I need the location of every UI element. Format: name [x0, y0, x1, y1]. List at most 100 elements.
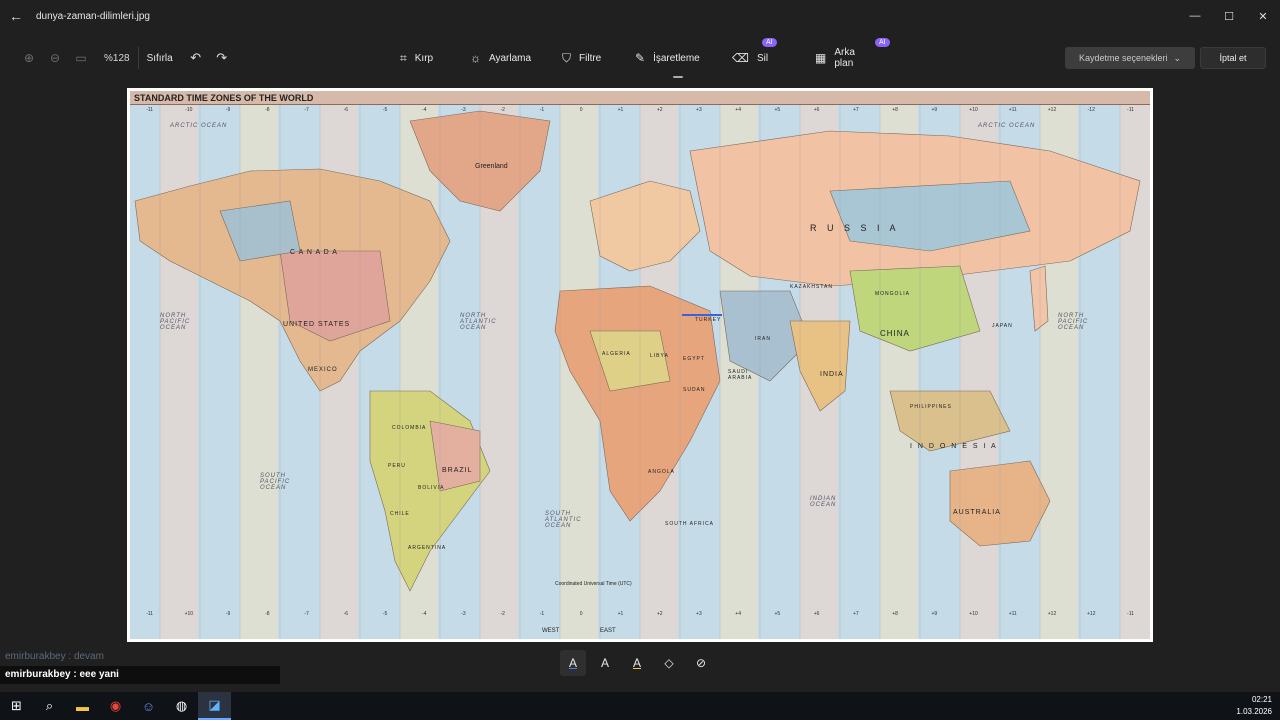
- tab-label: Sil: [756, 52, 769, 64]
- chat-text: eee yani: [79, 669, 119, 680]
- zone-offset: +9: [931, 611, 938, 617]
- taskbar: ⊞ ⌕ ▬ ◉ ☺ ◍ ◪ 02:21 1.03.2026: [0, 692, 1280, 720]
- zone-offset: -5: [382, 107, 388, 113]
- zone-offset: -9: [225, 611, 231, 617]
- search-icon[interactable]: ⌕: [33, 692, 66, 720]
- title-bar: ← dunya-zaman-dilimleri.jpg — ☐ ✕: [0, 0, 1280, 32]
- zone-offset: 0: [579, 107, 583, 113]
- zone-offset: -9: [225, 107, 231, 113]
- country-label: COLOMBIA: [392, 425, 427, 431]
- file-explorer-icon[interactable]: ▬: [66, 692, 99, 720]
- country-label: I N D O N E S I A: [910, 443, 998, 450]
- ocean-label: NORTH PACIFIC OCEAN: [160, 313, 191, 331]
- zone-offset: +8: [892, 611, 898, 617]
- zone-offset: -1: [539, 107, 545, 113]
- tab-erase[interactable]: ⌫ Sil AI: [732, 38, 777, 72]
- zone-offset: +5: [774, 611, 781, 617]
- zone-offset: +5: [774, 107, 781, 113]
- zone-offset: +3: [696, 107, 702, 113]
- tab-filter[interactable]: ⛉ Filtre: [562, 44, 601, 72]
- zone-offset: -5: [382, 611, 388, 617]
- zone-offsets-top: -11 -10 -9 -8 -7 -6 -5 -4 -3 -2 -1 0 +1 +2 +3 +4 +5 +6 +7 +…: [130, 107, 1150, 116]
- zone-offset: -8: [265, 107, 270, 113]
- zone-offset: -10: [185, 107, 193, 113]
- obs-icon[interactable]: ◍: [165, 692, 198, 720]
- zone-offset: -3: [461, 107, 466, 113]
- ocean-label: ARCTIC OCEAN: [170, 123, 228, 129]
- ocean-label: INDIAN OCEAN: [810, 496, 837, 508]
- tab-markup[interactable]: ✎ İşaretleme: [635, 44, 700, 78]
- fit-view-icon[interactable]: ▭: [68, 45, 94, 71]
- country-label: MONGOLIA: [875, 291, 910, 297]
- zone-offset: -6: [343, 611, 349, 617]
- world-time-zone-map: STANDARD TIME ZONES OF THE WORLD -11 -10-…: [130, 91, 1150, 639]
- country-label: MEXICO: [308, 367, 338, 373]
- ballpoint-pen-icon[interactable]: A: [560, 650, 586, 676]
- zone-offset: -11: [146, 611, 154, 617]
- maximize-button[interactable]: ☐: [1212, 0, 1246, 32]
- chat-username: emirburakbey: [5, 669, 71, 680]
- discord-icon[interactable]: ☺: [132, 692, 165, 720]
- zone-offset: +1: [617, 611, 624, 617]
- country-label: SAUDI ARABIA: [728, 369, 753, 381]
- zoom-group: ⊕ ⊖ ▭ %128 Sıfırla ↶ ↷: [16, 44, 235, 72]
- crop-icon: ⌗: [400, 50, 407, 65]
- reset-button[interactable]: Sıfırla: [147, 53, 173, 64]
- country-label: ALGERIA: [602, 351, 631, 357]
- ai-badge: AI: [762, 38, 777, 47]
- clock-time: 02:21: [1251, 695, 1272, 704]
- zone-offset: -2: [500, 611, 505, 617]
- minimize-button[interactable]: —: [1178, 0, 1212, 32]
- eraser-icon[interactable]: ◇: [656, 650, 682, 676]
- ocean-label: SOUTH ATLANTIC OCEAN: [545, 511, 582, 529]
- redo-icon[interactable]: ↷: [209, 45, 235, 71]
- system-clock[interactable]: 02:21 1.03.2026: [1236, 694, 1272, 718]
- back-arrow-icon[interactable]: ←: [0, 0, 32, 32]
- tab-label: Kırp: [414, 52, 434, 64]
- tab-label: Arka plan: [834, 47, 855, 69]
- zone-offset: +4: [735, 611, 741, 617]
- photos-icon[interactable]: ◪: [198, 692, 231, 720]
- tab-background[interactable]: ▦ Arka plan AI: [815, 38, 890, 72]
- east-label: EAST: [600, 628, 616, 634]
- country-label: AUSTRALIA: [953, 509, 1001, 516]
- tab-label: İşaretleme: [653, 52, 700, 64]
- save-options-button[interactable]: Kaydetme seçenekleri ⌄: [1065, 47, 1195, 69]
- zone-offset: +7: [852, 611, 859, 617]
- zoom-level: %128: [104, 52, 130, 64]
- country-label: IRAN: [755, 336, 771, 342]
- zoom-out-icon[interactable]: ⊖: [42, 45, 68, 71]
- tab-crop[interactable]: ⌗ Kırp: [400, 44, 433, 72]
- undo-icon[interactable]: ↶: [183, 45, 209, 71]
- zone-offset: +8: [892, 107, 898, 113]
- country-label: PERU: [388, 463, 406, 469]
- country-label: ARGENTINA: [408, 545, 447, 551]
- background-icon: ▦: [815, 51, 827, 65]
- zone-offset: -3: [461, 611, 466, 617]
- west-label: WEST: [542, 628, 560, 634]
- country-label: LIBYA: [650, 353, 669, 359]
- country-label: BRAZIL: [442, 467, 473, 474]
- erase-icon: ⌫: [732, 51, 749, 65]
- clock-date: 1.03.2026: [1236, 707, 1272, 716]
- divider: [137, 47, 139, 69]
- utc-note: Coordinated Universal Time (UTC): [555, 581, 632, 587]
- highlighter-icon[interactable]: A: [624, 650, 650, 676]
- tab-adjust[interactable]: ☼ Ayarlama: [470, 44, 531, 72]
- country-label: SOUTH AFRICA: [665, 521, 714, 527]
- pencil-icon[interactable]: A: [592, 650, 618, 676]
- zone-offset: +2: [656, 107, 663, 113]
- ocean-label: NORTH ATLANTIC OCEAN: [460, 313, 497, 331]
- map-title: STANDARD TIME ZONES OF THE WORLD: [130, 91, 1150, 105]
- zoom-in-icon[interactable]: ⊕: [16, 45, 42, 71]
- zone-offset: +10: [969, 107, 978, 113]
- map-graphic: [130, 91, 1150, 639]
- cancel-button[interactable]: İptal et: [1200, 47, 1266, 69]
- image-canvas[interactable]: STANDARD TIME ZONES OF THE WORLD -11 -10-…: [127, 88, 1153, 642]
- zone-offset: -7: [304, 107, 309, 113]
- windows-start-icon[interactable]: ⊞: [0, 692, 33, 720]
- close-button[interactable]: ✕: [1246, 0, 1280, 32]
- zone-offset: -2: [500, 107, 505, 113]
- clear-ink-icon[interactable]: ⊘: [688, 650, 714, 676]
- chrome-icon[interactable]: ◉: [99, 692, 132, 720]
